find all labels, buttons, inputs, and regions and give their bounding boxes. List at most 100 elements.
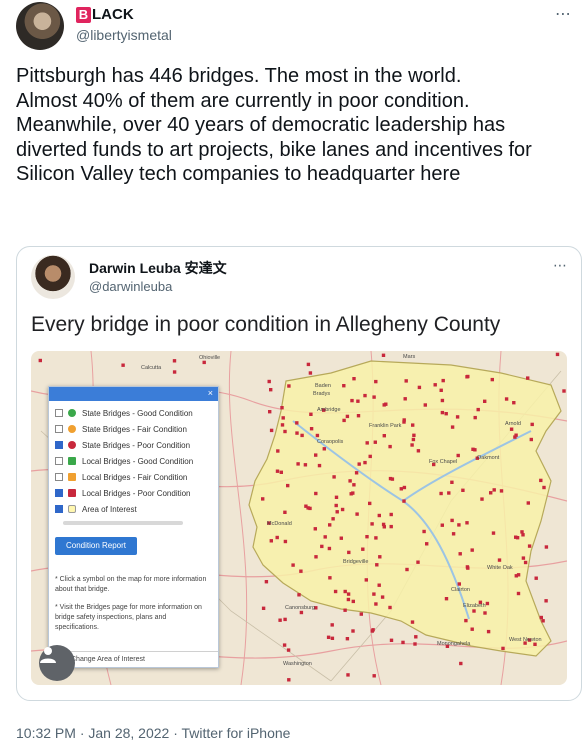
- bridge-marker[interactable]: [351, 629, 355, 633]
- bridge-marker[interactable]: [370, 629, 374, 633]
- bridge-marker[interactable]: [276, 449, 280, 453]
- bridge-marker[interactable]: [521, 556, 526, 560]
- author-handle[interactable]: @libertyismetal: [76, 27, 172, 43]
- bridge-marker[interactable]: [348, 479, 352, 483]
- bridge-marker[interactable]: [351, 491, 355, 495]
- bridge-marker[interactable]: [465, 375, 469, 379]
- bridge-marker[interactable]: [380, 595, 385, 599]
- bridge-marker[interactable]: [402, 499, 406, 503]
- bridge-marker[interactable]: [410, 443, 414, 447]
- bridge-marker[interactable]: [368, 454, 372, 459]
- tweet-timestamp[interactable]: 10:32 PM · Jan 28, 2022 · Twitter for iP…: [16, 725, 290, 741]
- opacity-slider[interactable]: [63, 521, 183, 525]
- bridge-marker[interactable]: [347, 550, 351, 555]
- bridge-marker[interactable]: [300, 433, 304, 438]
- bridge-marker[interactable]: [539, 478, 543, 483]
- bridge-marker[interactable]: [295, 431, 299, 435]
- bridge-marker[interactable]: [267, 379, 271, 384]
- bridge-marker[interactable]: [330, 636, 335, 640]
- bridge-marker[interactable]: [440, 398, 445, 403]
- bridge-marker[interactable]: [404, 379, 408, 383]
- bridge-marker[interactable]: [539, 615, 543, 620]
- bridge-marker[interactable]: [389, 524, 393, 529]
- bridge-marker[interactable]: [389, 638, 394, 642]
- bridge-marker[interactable]: [374, 602, 378, 606]
- bridge-marker[interactable]: [356, 414, 361, 418]
- bridge-marker[interactable]: [356, 399, 360, 403]
- bridge-marker[interactable]: [465, 521, 469, 525]
- bridge-marker[interactable]: [286, 483, 290, 488]
- bridge-marker[interactable]: [309, 412, 313, 416]
- bridge-marker[interactable]: [472, 609, 476, 613]
- bridge-marker[interactable]: [417, 385, 422, 390]
- bridge-marker[interactable]: [450, 480, 454, 484]
- bridge-marker[interactable]: [361, 547, 365, 551]
- bridge-marker[interactable]: [480, 497, 484, 501]
- bridge-marker[interactable]: [364, 578, 368, 582]
- bridge-marker[interactable]: [499, 489, 504, 493]
- bridge-marker[interactable]: [483, 611, 487, 615]
- quoted-more-icon[interactable]: ⋯: [553, 257, 567, 274]
- bridge-marker[interactable]: [501, 646, 505, 651]
- bridge-marker[interactable]: [439, 388, 443, 392]
- user-avatar-icon[interactable]: [39, 645, 75, 681]
- bridge-marker[interactable]: [342, 384, 346, 388]
- bridge-marker[interactable]: [497, 558, 502, 562]
- bridge-marker[interactable]: [372, 395, 376, 399]
- bridge-marker[interactable]: [269, 428, 274, 433]
- bridge-marker[interactable]: [414, 635, 418, 639]
- bridge-marker[interactable]: [275, 535, 279, 540]
- bridge-marker[interactable]: [562, 389, 566, 393]
- bridge-marker[interactable]: [261, 606, 266, 610]
- bridge-marker[interactable]: [405, 567, 409, 572]
- bridge-marker[interactable]: [327, 546, 332, 551]
- legend-checkbox[interactable]: [55, 473, 63, 481]
- bridge-marker[interactable]: [306, 362, 311, 367]
- bridge-marker[interactable]: [526, 376, 530, 380]
- bridge-marker[interactable]: [314, 453, 318, 457]
- bridge-marker[interactable]: [283, 617, 287, 622]
- condition-report-button[interactable]: Condition Report: [55, 537, 137, 555]
- bridge-marker[interactable]: [323, 535, 327, 539]
- bridge-marker[interactable]: [296, 462, 300, 466]
- bridge-marker[interactable]: [287, 678, 291, 682]
- bridge-marker[interactable]: [328, 576, 332, 580]
- bridge-marker[interactable]: [333, 589, 338, 594]
- bridge-marker[interactable]: [268, 410, 272, 414]
- bridge-marker[interactable]: [363, 460, 367, 465]
- bridge-marker[interactable]: [455, 415, 460, 419]
- bridge-marker[interactable]: [320, 544, 324, 549]
- bridge-marker[interactable]: [411, 437, 416, 442]
- bridge-marker[interactable]: [382, 403, 386, 407]
- bridge-marker[interactable]: [313, 527, 317, 531]
- bridge-marker[interactable]: [283, 429, 287, 434]
- bridge-marker[interactable]: [514, 433, 518, 437]
- bridge-marker[interactable]: [121, 363, 125, 367]
- bridge-marker[interactable]: [378, 555, 382, 559]
- bridge-marker[interactable]: [309, 427, 314, 431]
- bridge-marker[interactable]: [471, 447, 475, 451]
- bridge-marker[interactable]: [354, 471, 359, 475]
- bridge-marker[interactable]: [412, 433, 416, 437]
- bridge-marker[interactable]: [372, 674, 376, 678]
- bridge-marker[interactable]: [444, 597, 449, 601]
- bridge-marker[interactable]: [473, 415, 477, 420]
- bridge-marker[interactable]: [544, 545, 549, 549]
- bridge-marker[interactable]: [490, 377, 494, 382]
- bridge-marker[interactable]: [516, 591, 521, 596]
- bridge-marker[interactable]: [399, 487, 403, 491]
- bridge-marker[interactable]: [287, 384, 291, 388]
- bridge-marker[interactable]: [451, 532, 456, 536]
- bridge-marker[interactable]: [359, 612, 363, 616]
- bridge-marker[interactable]: [456, 453, 460, 458]
- bridge-marker[interactable]: [388, 605, 392, 610]
- bridge-marker[interactable]: [365, 535, 369, 539]
- legend-checkbox[interactable]: [55, 457, 63, 465]
- bridge-marker[interactable]: [355, 512, 359, 516]
- bridge-marker[interactable]: [489, 491, 493, 495]
- bridge-marker[interactable]: [357, 462, 361, 466]
- bridge-marker[interactable]: [447, 491, 451, 495]
- bridge-marker[interactable]: [470, 627, 474, 631]
- bridge-marker[interactable]: [303, 463, 308, 467]
- bridge-marker[interactable]: [403, 397, 407, 401]
